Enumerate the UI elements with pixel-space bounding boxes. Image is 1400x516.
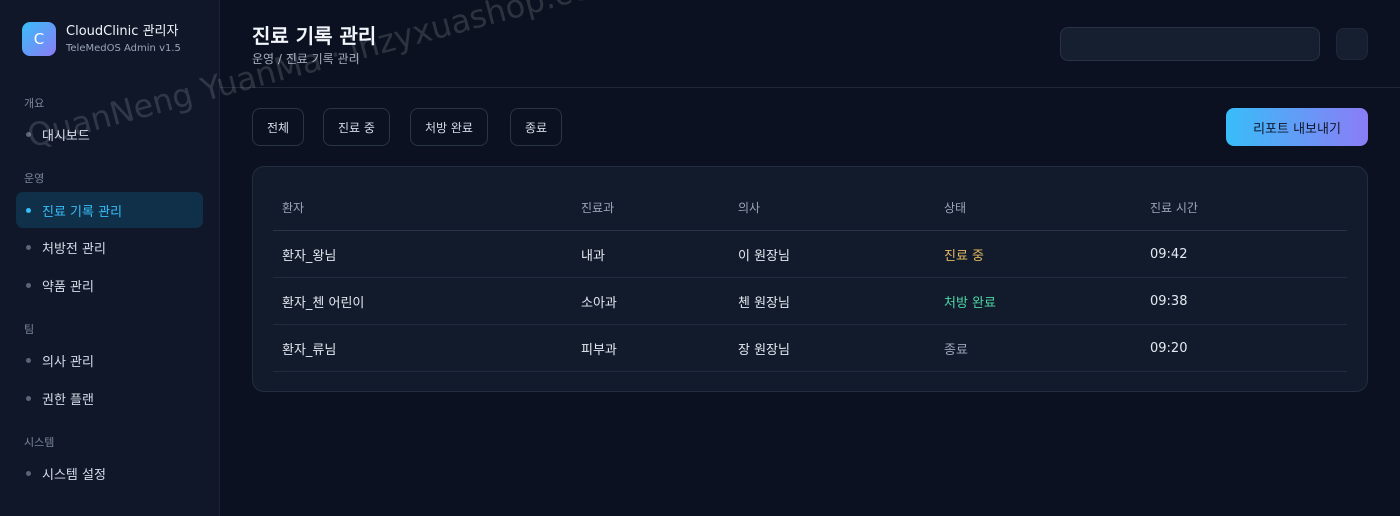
search-input[interactable]: [1060, 27, 1320, 61]
doctor-cell: 첸 원장님: [738, 295, 790, 311]
filter-all-button[interactable]: 전체: [252, 108, 305, 146]
status-badge: 진료 중: [944, 248, 985, 264]
page-header: 진료 기록 관리 운영 / 진료 기록 관리: [220, 0, 1400, 88]
column-header-time[interactable]: 진료 시간: [1150, 185, 1198, 230]
doctor-cell: 이 원장님: [738, 248, 790, 264]
status-badge: 종료: [944, 342, 968, 358]
table-row[interactable]: 환자_류님 피부과 장 원장님 종료 09:20: [273, 325, 1347, 372]
column-header-patient[interactable]: 환자: [282, 185, 304, 230]
column-header-doctor[interactable]: 의사: [738, 185, 760, 230]
sidebar: C CloudClinic 관리자 TeleMedOS Admin v1.5 개…: [0, 0, 220, 516]
nav-dot-icon: [26, 357, 31, 363]
table-row[interactable]: 환자_첸 어린이 소아과 첸 원장님 처방 완료 09:38: [273, 278, 1347, 325]
table-row[interactable]: 환자_왕님 내과 이 원장님 진료 중 09:42: [273, 231, 1347, 278]
status-badge: 처방 완료: [944, 295, 996, 311]
section-label-operations: 운영: [24, 172, 45, 185]
department-cell: 내과: [581, 248, 605, 264]
column-header-department[interactable]: 진료과: [581, 185, 614, 230]
sidebar-item-medical-records[interactable]: 진료 기록 관리: [16, 192, 203, 228]
app-subtitle: TeleMedOS Admin v1.5: [66, 42, 181, 54]
sidebar-item-label: 권한 플랜: [42, 392, 94, 408]
nav-dot-icon: [26, 131, 31, 137]
filter-in-progress-button[interactable]: 진료 중: [323, 108, 390, 146]
export-report-button[interactable]: 리포트 내보내기: [1226, 108, 1368, 146]
filter-prescribed-button[interactable]: 처방 완료: [410, 108, 488, 146]
nav-dot-icon: [26, 207, 31, 213]
nav-dot-icon: [26, 244, 31, 250]
page-title: 진료 기록 관리: [252, 24, 377, 48]
records-table-card: 환자 진료과 의사 상태 진료 시간 환자_왕님 내과 이 원장님 진료 중 0…: [252, 166, 1368, 392]
sidebar-item-system-settings[interactable]: 시스템 설정: [16, 455, 203, 491]
time-cell: 09:42: [1150, 246, 1188, 262]
section-label-system: 시스템: [24, 436, 55, 449]
section-label-overview: 개요: [24, 97, 45, 110]
doctor-cell: 장 원장님: [738, 342, 790, 358]
nav-dot-icon: [26, 282, 31, 288]
header-action-button[interactable]: [1336, 28, 1368, 60]
app-title: CloudClinic 관리자: [66, 23, 179, 39]
sidebar-item-permissions[interactable]: 권한 플랜: [16, 380, 203, 416]
patient-cell: 환자_류님: [282, 342, 337, 358]
sidebar-item-dashboard[interactable]: 대시보드: [16, 116, 203, 152]
filter-ended-button[interactable]: 종료: [510, 108, 563, 146]
patient-cell: 환자_첸 어린이: [282, 295, 365, 311]
breadcrumb: 운영 / 진료 기록 관리: [252, 52, 360, 66]
sidebar-item-label: 처방전 관리: [42, 241, 106, 257]
table-header-row: 환자 진료과 의사 상태 진료 시간: [273, 185, 1347, 231]
sidebar-item-label: 약품 관리: [42, 279, 94, 295]
section-label-team: 팀: [24, 323, 35, 336]
sidebar-item-label: 의사 관리: [42, 354, 94, 370]
sidebar-item-doctors[interactable]: 의사 관리: [16, 342, 203, 378]
records-table: 환자 진료과 의사 상태 진료 시간 환자_왕님 내과 이 원장님 진료 중 0…: [273, 185, 1347, 372]
department-cell: 소아과: [581, 295, 617, 311]
time-cell: 09:38: [1150, 293, 1188, 309]
sidebar-item-label: 진료 기록 관리: [42, 204, 123, 220]
patient-cell: 환자_왕님: [282, 248, 337, 264]
sidebar-item-medications[interactable]: 약품 관리: [16, 267, 203, 303]
nav-dot-icon: [26, 395, 31, 401]
nav-dot-icon: [26, 470, 31, 476]
sidebar-item-prescriptions[interactable]: 처방전 관리: [16, 229, 203, 265]
column-header-status[interactable]: 상태: [944, 185, 966, 230]
sidebar-item-label: 시스템 설정: [42, 467, 106, 483]
department-cell: 피부과: [581, 342, 617, 358]
app-logo: C: [22, 22, 56, 56]
brand[interactable]: C CloudClinic 관리자 TeleMedOS Admin v1.5: [22, 22, 181, 56]
time-cell: 09:20: [1150, 340, 1188, 356]
sidebar-item-label: 대시보드: [42, 128, 90, 144]
